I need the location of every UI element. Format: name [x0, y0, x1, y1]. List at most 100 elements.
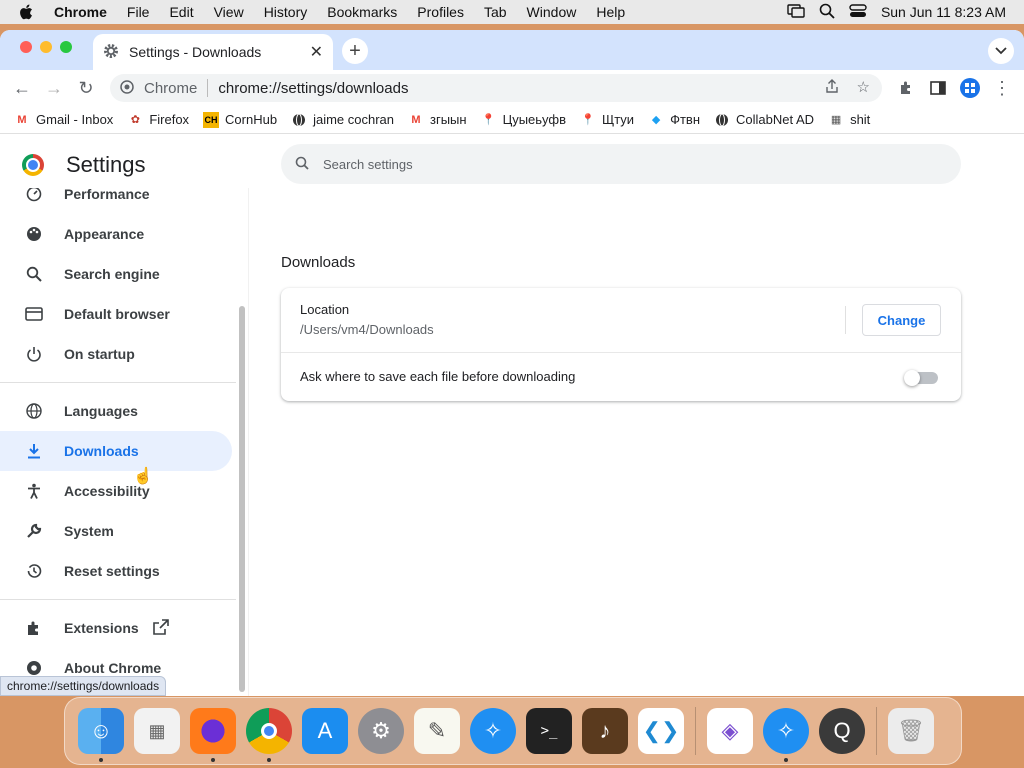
menu-view[interactable]: View	[214, 4, 244, 20]
side-panel-icon[interactable]	[924, 74, 952, 102]
menu-profiles[interactable]: Profiles	[417, 4, 464, 20]
extensions-puzzle-icon[interactable]	[892, 74, 920, 102]
browser-icon	[24, 304, 44, 324]
scheme-label: Chrome	[144, 79, 198, 97]
chrome-icon	[24, 658, 44, 678]
bookmark-shit[interactable]: ▦ shit	[828, 112, 870, 128]
menu-app-name[interactable]: Chrome	[54, 4, 107, 20]
globe-icon	[24, 401, 44, 421]
menubar-clock[interactable]: Sun Jun 11 8:23 AM	[881, 4, 1006, 20]
ask-where-label: Ask where to save each file before downl…	[300, 369, 576, 384]
more-menu-icon[interactable]: ⋮	[988, 74, 1016, 102]
textedit-icon[interactable]: ✎	[414, 708, 460, 754]
gmail-icon: M	[17, 113, 27, 126]
downloads-card: Location /Users/vm4/Downloads Change Ask…	[281, 288, 961, 401]
search-icon	[24, 264, 44, 284]
forward-icon[interactable]: →	[40, 74, 68, 102]
back-icon[interactable]: ←	[8, 74, 36, 102]
bookmark-jaime-cochran[interactable]: jaime cochran	[291, 112, 394, 128]
sidebar-item-accessibility[interactable]: Accessibility	[0, 471, 232, 511]
sidebar-item-search-engine[interactable]: Search engine	[0, 254, 232, 294]
sidebar-item-default-browser[interactable]: Default browser	[0, 294, 232, 334]
firefox-icon[interactable]	[190, 708, 236, 762]
sidebar-item-extensions[interactable]: Extensions	[0, 608, 232, 648]
menu-bar: Chrome File Edit View History Bookmarks …	[0, 0, 1024, 24]
sidebar-scrollbar[interactable]	[239, 306, 245, 692]
close-tab-icon[interactable]: ✕	[310, 42, 323, 62]
sidebar-item-languages[interactable]: Languages	[0, 391, 232, 431]
bookmark-zgyyn[interactable]: Mзгыын	[408, 112, 466, 128]
download-icon	[24, 441, 44, 461]
safari-icon[interactable]: ✧	[763, 708, 809, 762]
wrench-icon	[24, 521, 44, 541]
tab-search-button[interactable]	[988, 38, 1014, 64]
safari-icon[interactable]: ✧	[470, 708, 516, 754]
garageband-icon[interactable]: ♪	[582, 708, 628, 754]
sidebar-item-system[interactable]: System	[0, 511, 232, 551]
dock-separator	[695, 707, 696, 755]
menu-edit[interactable]: Edit	[169, 4, 193, 20]
status-bubble: chrome://settings/downloads	[0, 676, 167, 696]
palette-icon	[24, 224, 44, 244]
app-store-icon[interactable]: A	[302, 708, 348, 754]
maps-pin-icon: 📍	[481, 114, 496, 126]
chrome-icon[interactable]	[246, 708, 292, 762]
sidebar-item-performance[interactable]: Performance	[0, 188, 232, 214]
tab-settings-downloads[interactable]: Settings - Downloads ✕	[93, 34, 333, 70]
sidebar-item-downloads[interactable]: Downloads	[0, 431, 232, 471]
bookmark-collabnet-ad[interactable]: CollabNet AD	[714, 112, 814, 128]
system-preferences-icon[interactable]: ⚙	[358, 708, 404, 754]
external-link-icon	[152, 618, 169, 638]
bookmark-gmail-inbox[interactable]: M Gmail - Inbox	[14, 112, 113, 128]
apple-icon[interactable]	[18, 4, 34, 20]
chrome-logo-icon	[22, 154, 44, 176]
url-text[interactable]: chrome://settings/downloads	[218, 80, 408, 97]
history-icon	[24, 561, 44, 581]
screen-mirroring-icon[interactable]	[787, 3, 805, 21]
quicktime-icon[interactable]: Q	[819, 708, 865, 754]
sidebar-item-appearance[interactable]: Appearance	[0, 214, 232, 254]
menu-bookmarks[interactable]: Bookmarks	[327, 4, 397, 20]
profile-avatar[interactable]	[956, 74, 984, 102]
change-location-button[interactable]: Change	[862, 304, 941, 336]
minimize-window-button[interactable]	[40, 41, 52, 53]
sidebar-item-reset-settings[interactable]: Reset settings	[0, 551, 232, 591]
search-settings-input[interactable]: Search settings	[281, 144, 961, 184]
bookmark-cornhub[interactable]: CH CornHub	[203, 111, 278, 128]
search-icon	[295, 156, 309, 173]
pointer-cursor-icon: ☝	[133, 468, 153, 485]
ask-where-toggle[interactable]	[904, 370, 938, 386]
card-divider	[281, 352, 961, 353]
bookmark-ftvn[interactable]: ◆ Фтвн	[648, 112, 700, 128]
bookmark-label: shit	[850, 112, 871, 127]
spotlight-search-icon[interactable]	[819, 3, 835, 22]
sidebar-item-label: Extensions	[64, 620, 139, 636]
finder-icon[interactable]: ☺	[78, 708, 124, 762]
sidebar-item-on-startup[interactable]: On startup	[0, 334, 232, 374]
menu-history[interactable]: History	[264, 4, 308, 20]
vscode-icon[interactable]: ❮❯	[638, 708, 684, 754]
menu-file[interactable]: File	[127, 4, 150, 20]
zoom-window-button[interactable]	[60, 41, 72, 53]
menu-window[interactable]: Window	[527, 4, 577, 20]
trash-icon[interactable]: 🗑	[888, 708, 934, 754]
menu-tab[interactable]: Tab	[484, 4, 507, 20]
share-icon[interactable]	[825, 78, 839, 98]
puzzle-icon	[24, 618, 44, 638]
close-window-button[interactable]	[20, 41, 32, 53]
bookmark-star-icon[interactable]: ☆	[857, 78, 870, 98]
control-center-icon[interactable]	[849, 3, 867, 21]
launchpad-icon[interactable]: ▦	[134, 708, 180, 754]
reload-icon[interactable]: ↻	[72, 74, 100, 102]
address-bar[interactable]: Chrome chrome://settings/downloads ☆	[110, 74, 882, 102]
new-tab-button[interactable]: +	[342, 38, 368, 64]
visual-studio-icon[interactable]: ◈	[707, 708, 753, 754]
bookmark-tsuyeufv[interactable]: 📍 Цуыеьуфв	[481, 112, 566, 128]
terminal-icon[interactable]: >_	[526, 708, 572, 754]
bookmark-shtui[interactable]: 📍 Щтуи	[580, 112, 634, 128]
globe-icon	[291, 112, 307, 128]
bookmark-firefox[interactable]: ✿ Firefox	[127, 112, 189, 128]
menu-help[interactable]: Help	[596, 4, 625, 20]
tab-title: Settings - Downloads	[129, 44, 262, 60]
bookmark-label: CornHub	[225, 112, 278, 127]
